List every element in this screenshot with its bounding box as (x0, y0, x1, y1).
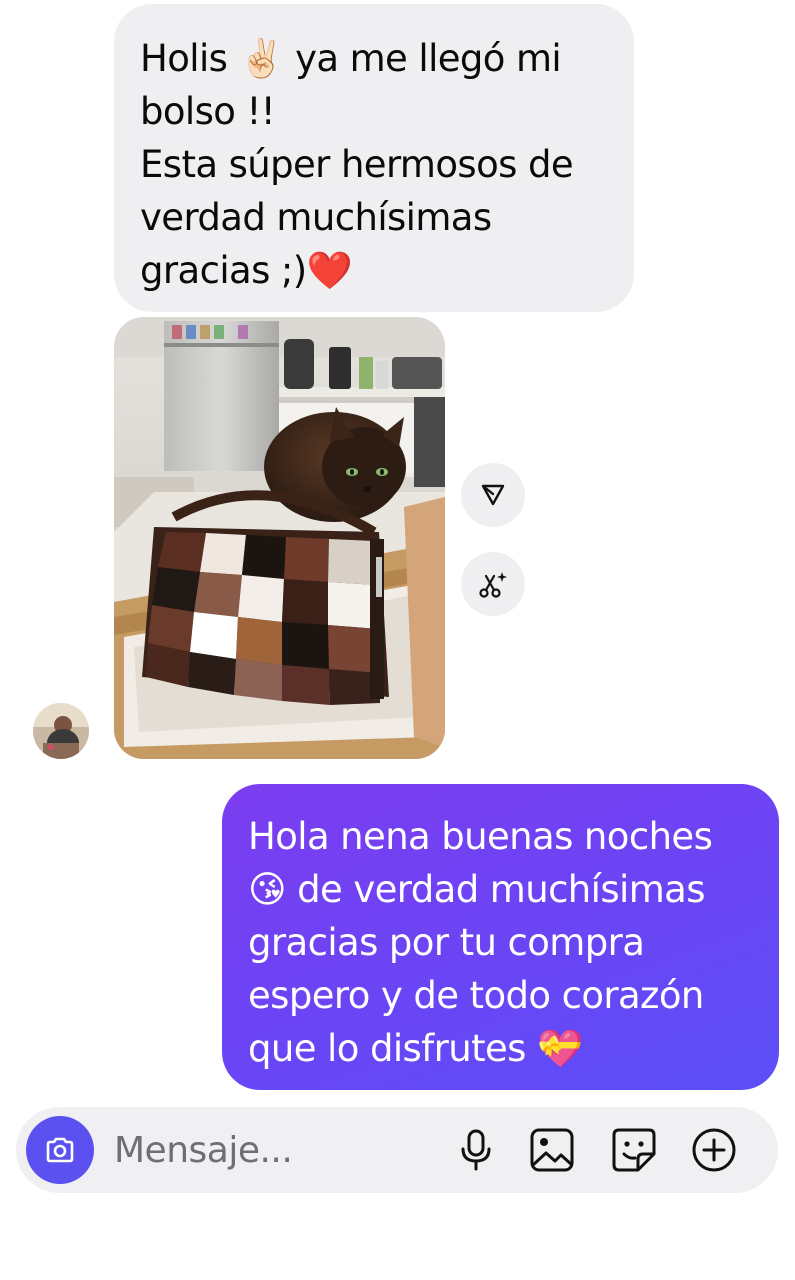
patchwork-bag (146, 532, 380, 705)
scissors-sparkle-icon (479, 572, 507, 598)
message-line: bolso !! (140, 90, 276, 133)
message-line: Hola nena buenas noches (248, 815, 713, 858)
gallery-button[interactable] (528, 1126, 576, 1174)
message-line: verdad muchísimas (140, 196, 492, 239)
plus-icon (692, 1128, 736, 1172)
sticker-icon (612, 1128, 656, 1172)
microphone-icon (461, 1129, 491, 1171)
message-input[interactable] (114, 1127, 444, 1173)
cat-in-box-photo (114, 317, 445, 759)
share-icon (481, 484, 505, 506)
message-line: 😘 de verdad muchísimas (248, 868, 705, 911)
sticker-button[interactable] (610, 1126, 658, 1174)
remix-button[interactable] (461, 552, 525, 616)
incoming-message-bubble[interactable]: Holis ✌🏻 ya me llegó mi bolso !! Esta sú… (114, 4, 634, 312)
more-button[interactable] (690, 1126, 738, 1174)
message-line: Esta súper hermosos de (140, 143, 574, 186)
share-button[interactable] (461, 463, 525, 527)
message-line: espero y de todo corazón (248, 974, 704, 1017)
message-line: gracias por tu compra (248, 921, 645, 964)
camera-icon (46, 1137, 74, 1163)
microphone-button[interactable] (452, 1126, 500, 1174)
photo-message[interactable] (114, 317, 445, 759)
camera-button[interactable] (26, 1116, 94, 1184)
avatar[interactable] (33, 703, 89, 759)
message-line: Holis ✌🏻 ya me llegó mi (140, 37, 562, 80)
message-composer (16, 1107, 778, 1193)
message-line: gracias ;)❤️ (140, 249, 353, 292)
avatar-image (33, 703, 89, 759)
image-icon (530, 1128, 574, 1172)
outgoing-message-bubble[interactable]: Hola nena buenas noches 😘 de verdad much… (222, 784, 779, 1090)
message-line: que lo disfrutes 💝 (248, 1027, 583, 1070)
